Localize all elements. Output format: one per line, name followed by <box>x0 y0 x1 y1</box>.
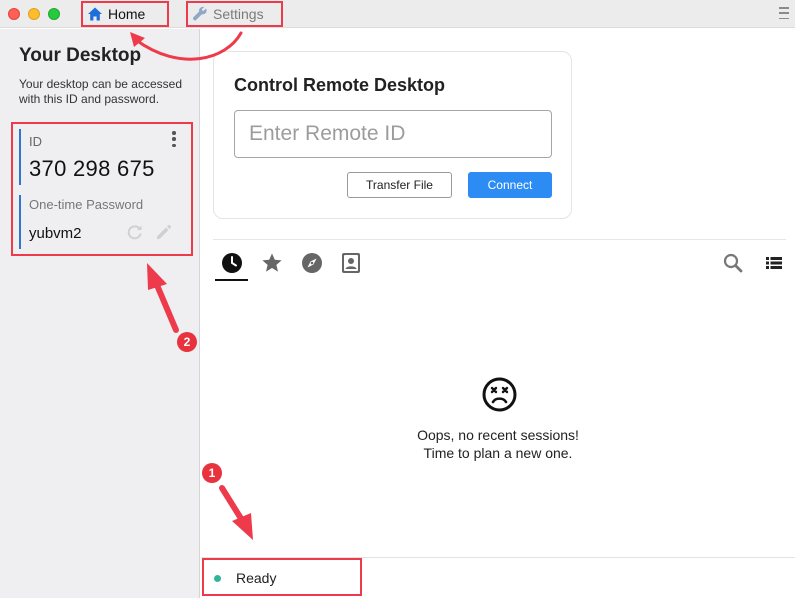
status-bar: Ready <box>201 557 795 598</box>
password-label: One-time Password <box>29 197 144 212</box>
tab-home-label: Home <box>108 6 146 22</box>
compass-icon[interactable] <box>301 252 323 274</box>
pencil-icon[interactable] <box>155 223 173 241</box>
password-value[interactable]: yubvm2 <box>29 225 82 242</box>
annotation-badge-1: 1 <box>202 463 222 483</box>
status-indicator-icon <box>214 575 221 582</box>
control-remote-title: Control Remote Desktop <box>234 75 446 95</box>
status-text: Ready <box>236 570 277 586</box>
sidebar-title: Your Desktop <box>19 45 142 66</box>
divider <box>213 239 786 240</box>
annotation-badge-2: 2 <box>177 332 197 352</box>
transfer-file-button[interactable]: Transfer File <box>347 172 452 198</box>
more-options-icon[interactable] <box>171 131 177 147</box>
sad-face-icon <box>482 377 517 412</box>
id-section: ID 370 298 675 <box>19 129 184 185</box>
close-window-button[interactable] <box>8 8 20 20</box>
wrench-icon <box>192 6 208 22</box>
tab-settings[interactable]: Settings <box>186 1 283 27</box>
remote-id-input[interactable] <box>234 110 552 158</box>
active-tab-indicator <box>215 279 248 281</box>
minimize-window-button[interactable] <box>28 8 40 20</box>
empty-state-submessage: Time to plan a new one. <box>423 445 573 461</box>
title-bar: Home Settings <box>0 0 795 28</box>
password-section: One-time Password yubvm2 <box>19 195 184 249</box>
refresh-icon[interactable] <box>126 223 144 241</box>
main-panel: Control Remote Desktop Transfer File Con… <box>201 29 795 598</box>
id-value[interactable]: 370 298 675 <box>29 156 155 182</box>
empty-state-message: Oops, no recent sessions! <box>417 427 579 443</box>
menu-icon[interactable] <box>779 7 789 19</box>
home-icon <box>87 6 103 22</box>
sidebar-description: Your desktop can be accessed with this I… <box>19 77 183 106</box>
id-label: ID <box>29 134 42 149</box>
list-view-icon[interactable] <box>763 252 785 274</box>
zoom-window-button[interactable] <box>48 8 60 20</box>
clock-icon[interactable] <box>221 252 243 274</box>
control-remote-card: Control Remote Desktop Transfer File Con… <box>213 51 572 219</box>
star-icon[interactable] <box>261 252 283 274</box>
search-icon[interactable] <box>722 252 744 274</box>
sidebar: Your Desktop Your desktop can be accesse… <box>0 29 200 598</box>
contact-card-icon[interactable] <box>340 252 362 274</box>
tab-home[interactable]: Home <box>81 1 169 27</box>
tab-settings-label: Settings <box>213 6 264 22</box>
connect-button[interactable]: Connect <box>468 172 552 198</box>
